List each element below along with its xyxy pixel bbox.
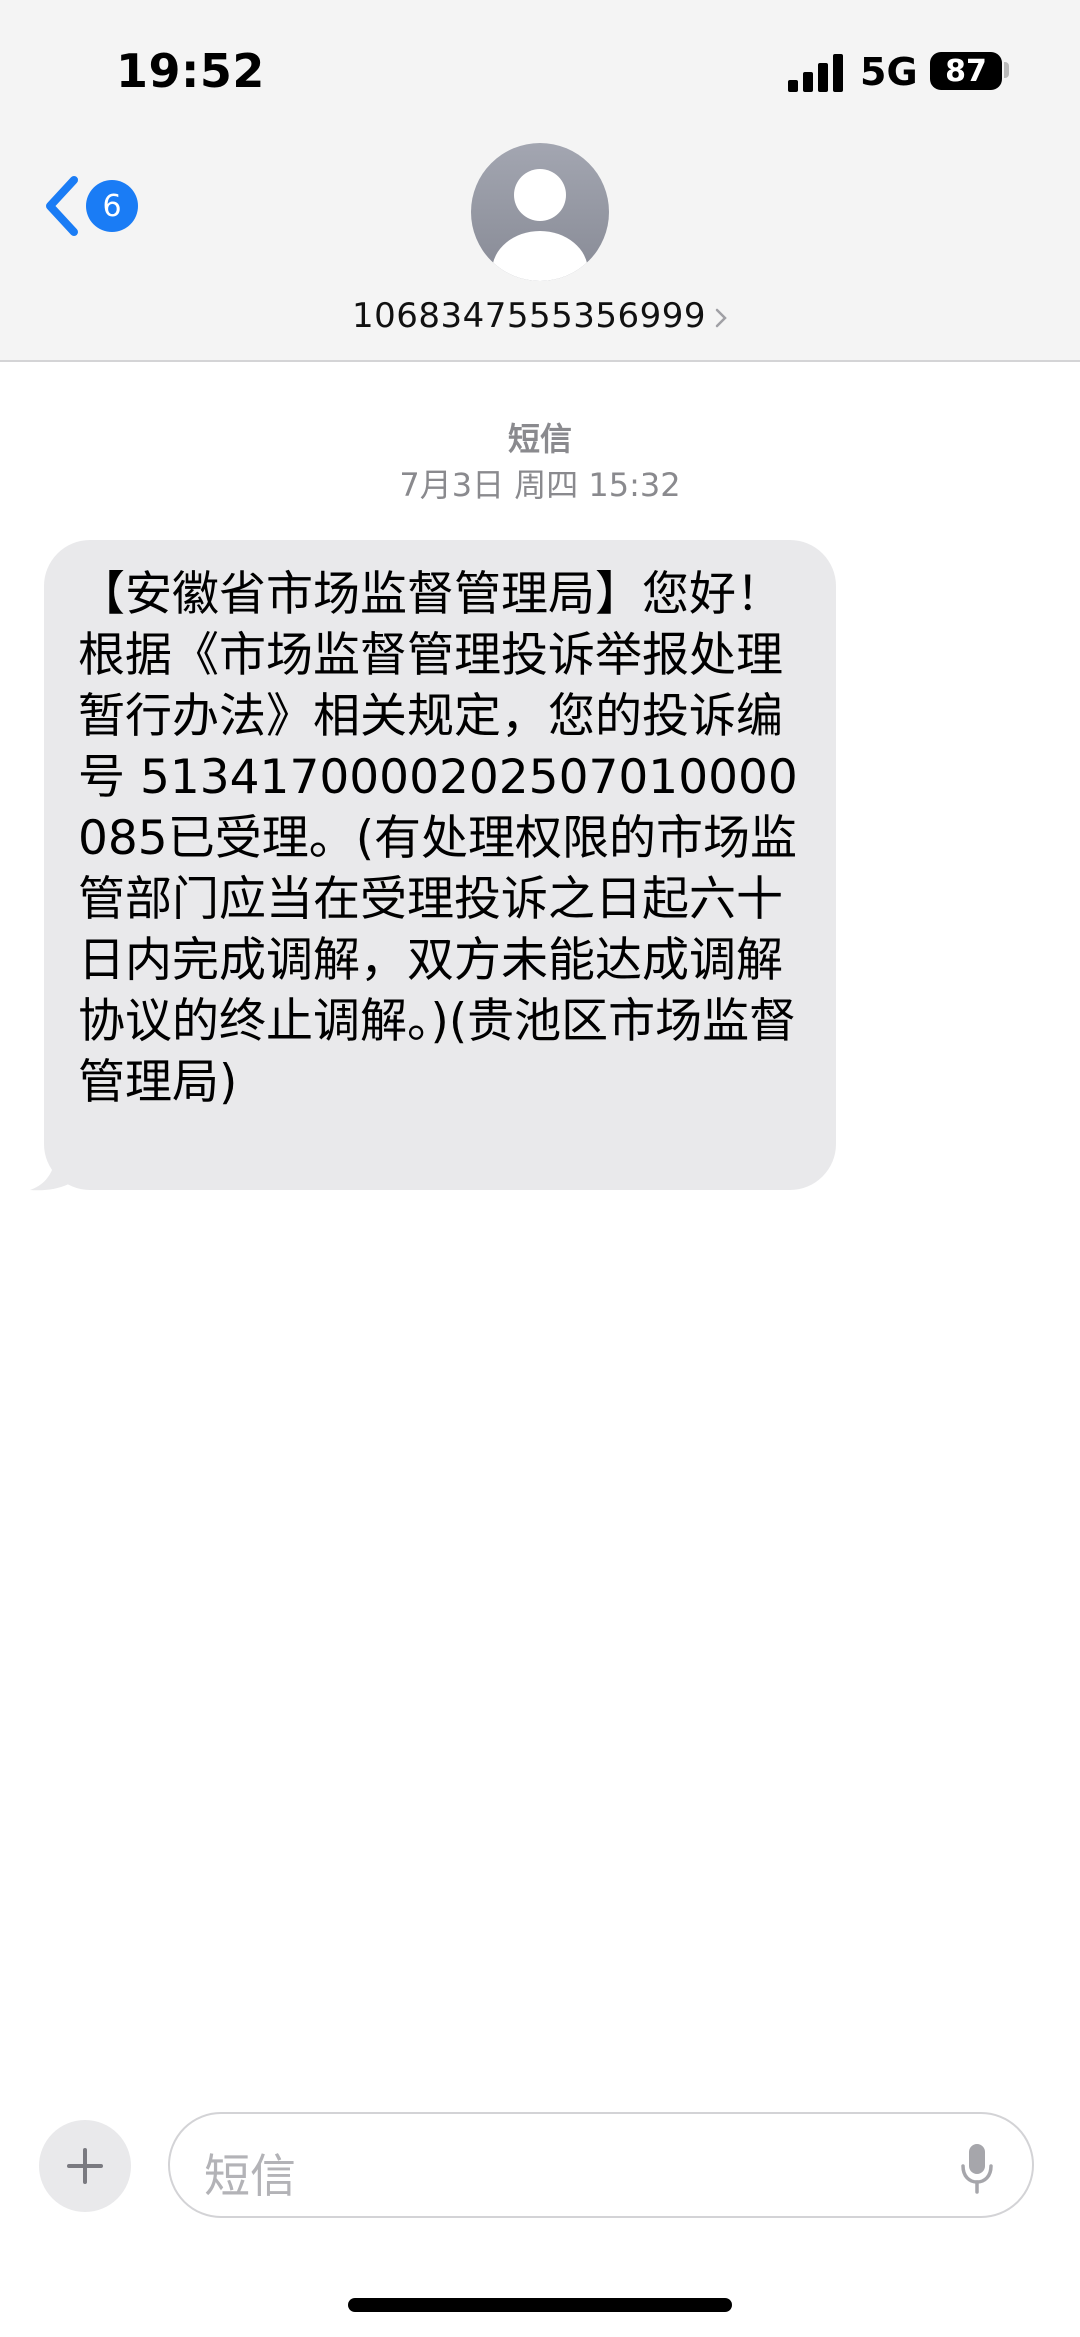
network-type-label: 5G bbox=[860, 50, 918, 94]
status-time: 19:52 bbox=[116, 44, 265, 98]
battery-level: 87 bbox=[945, 53, 987, 89]
conversation-timestamp: 7月3日 周四 15:32 bbox=[399, 466, 681, 504]
chevron-left-icon bbox=[46, 176, 78, 236]
battery-icon: 87 bbox=[930, 52, 1002, 90]
battery-cap bbox=[1004, 62, 1009, 78]
home-indicator[interactable] bbox=[348, 2298, 732, 2312]
conversation-type-label: 短信 bbox=[507, 420, 572, 458]
person-icon bbox=[492, 169, 588, 281]
add-attachment-button[interactable] bbox=[39, 2120, 131, 2212]
contact-details-link[interactable]: 1068347555356999 bbox=[0, 296, 1080, 336]
back-button[interactable]: 6 bbox=[42, 170, 142, 250]
navigation-header: 19:52 5G 87 6 1068347555356999 bbox=[0, 0, 1080, 362]
cellular-signal-icon bbox=[788, 54, 843, 92]
plus-icon bbox=[67, 2148, 103, 2184]
message-input-placeholder: 短信 bbox=[204, 2149, 296, 2203]
contact-number: 1068347555356999 bbox=[351, 296, 707, 336]
chevron-right-icon bbox=[715, 308, 727, 327]
microphone-icon[interactable] bbox=[960, 2142, 994, 2194]
unread-count-badge: 6 bbox=[86, 180, 138, 232]
contact-avatar[interactable] bbox=[471, 143, 609, 281]
message-input[interactable]: 短信 bbox=[168, 2112, 1034, 2218]
message-bubble: 【安徽省市场监督管理局】您好！根据《市场监督管理投诉举报处理暂行办法》相关规定，… bbox=[44, 540, 836, 1190]
incoming-message[interactable]: 【安徽省市场监督管理局】您好！根据《市场监督管理投诉举报处理暂行办法》相关规定，… bbox=[26, 540, 836, 1192]
